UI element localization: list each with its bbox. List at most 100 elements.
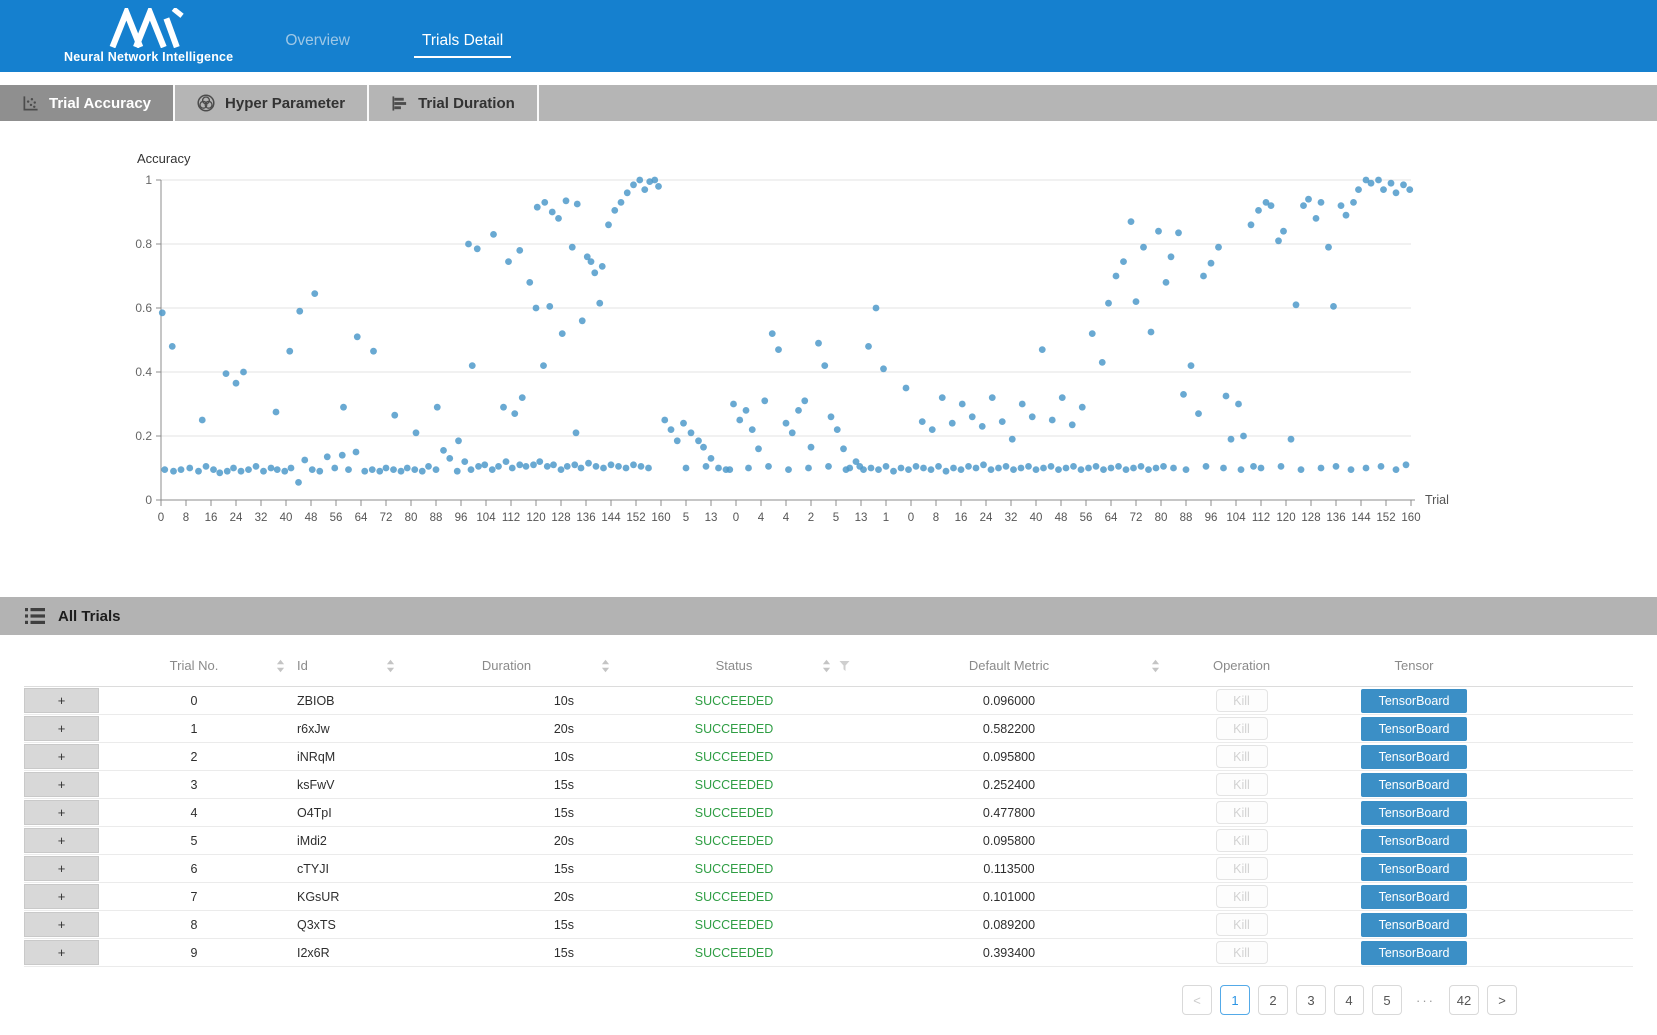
svg-text:128: 128 [1301,512,1320,524]
table-row: + 0 ZBIOB 10s SUCCEEDED 0.096000 Kill Te… [24,687,1633,715]
header-tensor: Tensor [1319,645,1509,686]
trial-no-cell: 0 [99,694,289,708]
header-id[interactable]: Id [289,645,399,686]
pagination-next-button[interactable]: > [1487,985,1517,1015]
table-row: + 3 ksFwV 15s SUCCEEDED 0.252400 Kill Te… [24,771,1633,799]
tab-trials-detail[interactable]: Trials Detail [414,32,511,58]
header-operation: Operation [1164,645,1319,686]
table-row: + 8 Q3xTS 15s SUCCEEDED 0.089200 Kill Te… [24,911,1633,939]
svg-text:5: 5 [833,512,839,524]
svg-text:8: 8 [183,512,189,524]
row-expander-button[interactable]: + [24,912,99,937]
trial-id-cell: I2x6R [289,946,399,960]
svg-text:80: 80 [1155,512,1168,524]
pagination-page-4[interactable]: 4 [1334,985,1364,1015]
tensorboard-button[interactable]: TensorBoard [1361,857,1467,881]
header-status[interactable]: Status [614,645,854,686]
table-row: + 9 I2x6R 15s SUCCEEDED 0.393400 Kill Te… [24,939,1633,967]
svg-text:5: 5 [683,512,689,524]
trial-id-cell: iNRqM [289,750,399,764]
tensorboard-button[interactable]: TensorBoard [1361,689,1467,713]
tensorboard-button[interactable]: TensorBoard [1361,913,1467,937]
top-header: Neural Network Intelligence Overview Tri… [0,0,1657,72]
svg-text:72: 72 [380,512,393,524]
kill-button[interactable]: Kill [1216,885,1268,908]
svg-text:0.8: 0.8 [135,237,152,251]
pagination-page-42[interactable]: 42 [1449,985,1479,1015]
header-default-metric[interactable]: Default Metric [854,645,1164,686]
svg-text:88: 88 [430,512,443,524]
kill-button[interactable]: Kill [1216,941,1268,964]
accuracy-chart-svg: 00.20.40.60.8108162432404856647280889610… [120,173,1490,535]
nni-logo: Neural Network Intelligence [64,8,233,64]
tensorboard-button[interactable]: TensorBoard [1361,717,1467,741]
trial-no-cell: 4 [99,806,289,820]
tensorboard-button[interactable]: TensorBoard [1361,941,1467,965]
kill-button[interactable]: Kill [1216,801,1268,824]
trial-id-cell: ZBIOB [289,694,399,708]
kill-button[interactable]: Kill [1216,829,1268,852]
svg-text:32: 32 [1005,512,1018,524]
kill-button[interactable]: Kill [1216,717,1268,740]
trial-no-cell: 1 [99,722,289,736]
tensorboard-button[interactable]: TensorBoard [1361,773,1467,797]
svg-text:1: 1 [145,173,152,187]
tab-overview[interactable]: Overview [277,32,358,58]
duration-cell: 20s [399,722,614,736]
duration-bars-icon [391,95,408,112]
kill-button[interactable]: Kill [1216,857,1268,880]
svg-text:152: 152 [626,512,645,524]
row-expander-button[interactable]: + [24,856,99,881]
header-trial-no[interactable]: Trial No. [99,645,289,686]
kill-button[interactable]: Kill [1216,689,1268,712]
row-expander-button[interactable]: + [24,800,99,825]
pagination-page-1[interactable]: 1 [1220,985,1250,1015]
sort-icon[interactable] [601,659,610,672]
svg-text:144: 144 [1351,512,1371,524]
row-expander-button[interactable]: + [24,716,99,741]
pagination-page-3[interactable]: 3 [1296,985,1326,1015]
svg-text:72: 72 [1130,512,1143,524]
svg-text:112: 112 [1252,512,1270,524]
tensorboard-button[interactable]: TensorBoard [1361,801,1467,825]
duration-cell: 10s [399,694,614,708]
table-row: + 5 iMdi2 20s SUCCEEDED 0.095800 Kill Te… [24,827,1633,855]
tensorboard-button[interactable]: TensorBoard [1361,829,1467,853]
kill-button[interactable]: Kill [1216,773,1268,796]
pagination-page-2[interactable]: 2 [1258,985,1288,1015]
trials-table-body: + 0 ZBIOB 10s SUCCEEDED 0.096000 Kill Te… [24,687,1633,967]
trial-id-cell: ksFwV [289,778,399,792]
metric-cell: 0.095800 [854,834,1164,848]
subtab-trial-duration[interactable]: Trial Duration [369,85,539,121]
subtab-label: Trial Duration [418,95,515,112]
header-duration[interactable]: Duration [399,645,614,686]
kill-button[interactable]: Kill [1216,913,1268,936]
subtab-hyper-parameter[interactable]: Hyper Parameter [175,85,369,121]
pagination-prev-button[interactable]: < [1182,985,1212,1015]
subtab-trial-accuracy[interactable]: Trial Accuracy [0,85,175,121]
row-expander-button[interactable]: + [24,940,99,965]
duration-cell: 15s [399,806,614,820]
tensorboard-button[interactable]: TensorBoard [1361,745,1467,769]
trials-table: Trial No. Id Duration Status Default Met… [24,645,1633,967]
filter-icon[interactable] [839,660,850,671]
svg-text:13: 13 [705,512,718,524]
row-expander-button[interactable]: + [24,744,99,769]
sort-icon[interactable] [276,659,285,672]
svg-text:128: 128 [551,512,570,524]
row-expander-button[interactable]: + [24,884,99,909]
svg-text:40: 40 [1030,512,1043,524]
metric-cell: 0.095800 [854,750,1164,764]
pagination: <12345···42> [0,985,1517,1015]
kill-button[interactable]: Kill [1216,745,1268,768]
row-expander-button[interactable]: + [24,828,99,853]
duration-cell: 20s [399,834,614,848]
sort-icon[interactable] [1151,659,1160,672]
row-expander-button[interactable]: + [24,772,99,797]
pagination-page-5[interactable]: 5 [1372,985,1402,1015]
sort-icon[interactable] [822,659,831,672]
tensorboard-button[interactable]: TensorBoard [1361,885,1467,909]
svg-text:56: 56 [1080,512,1093,524]
sort-icon[interactable] [386,659,395,672]
row-expander-button[interactable]: + [24,688,99,713]
